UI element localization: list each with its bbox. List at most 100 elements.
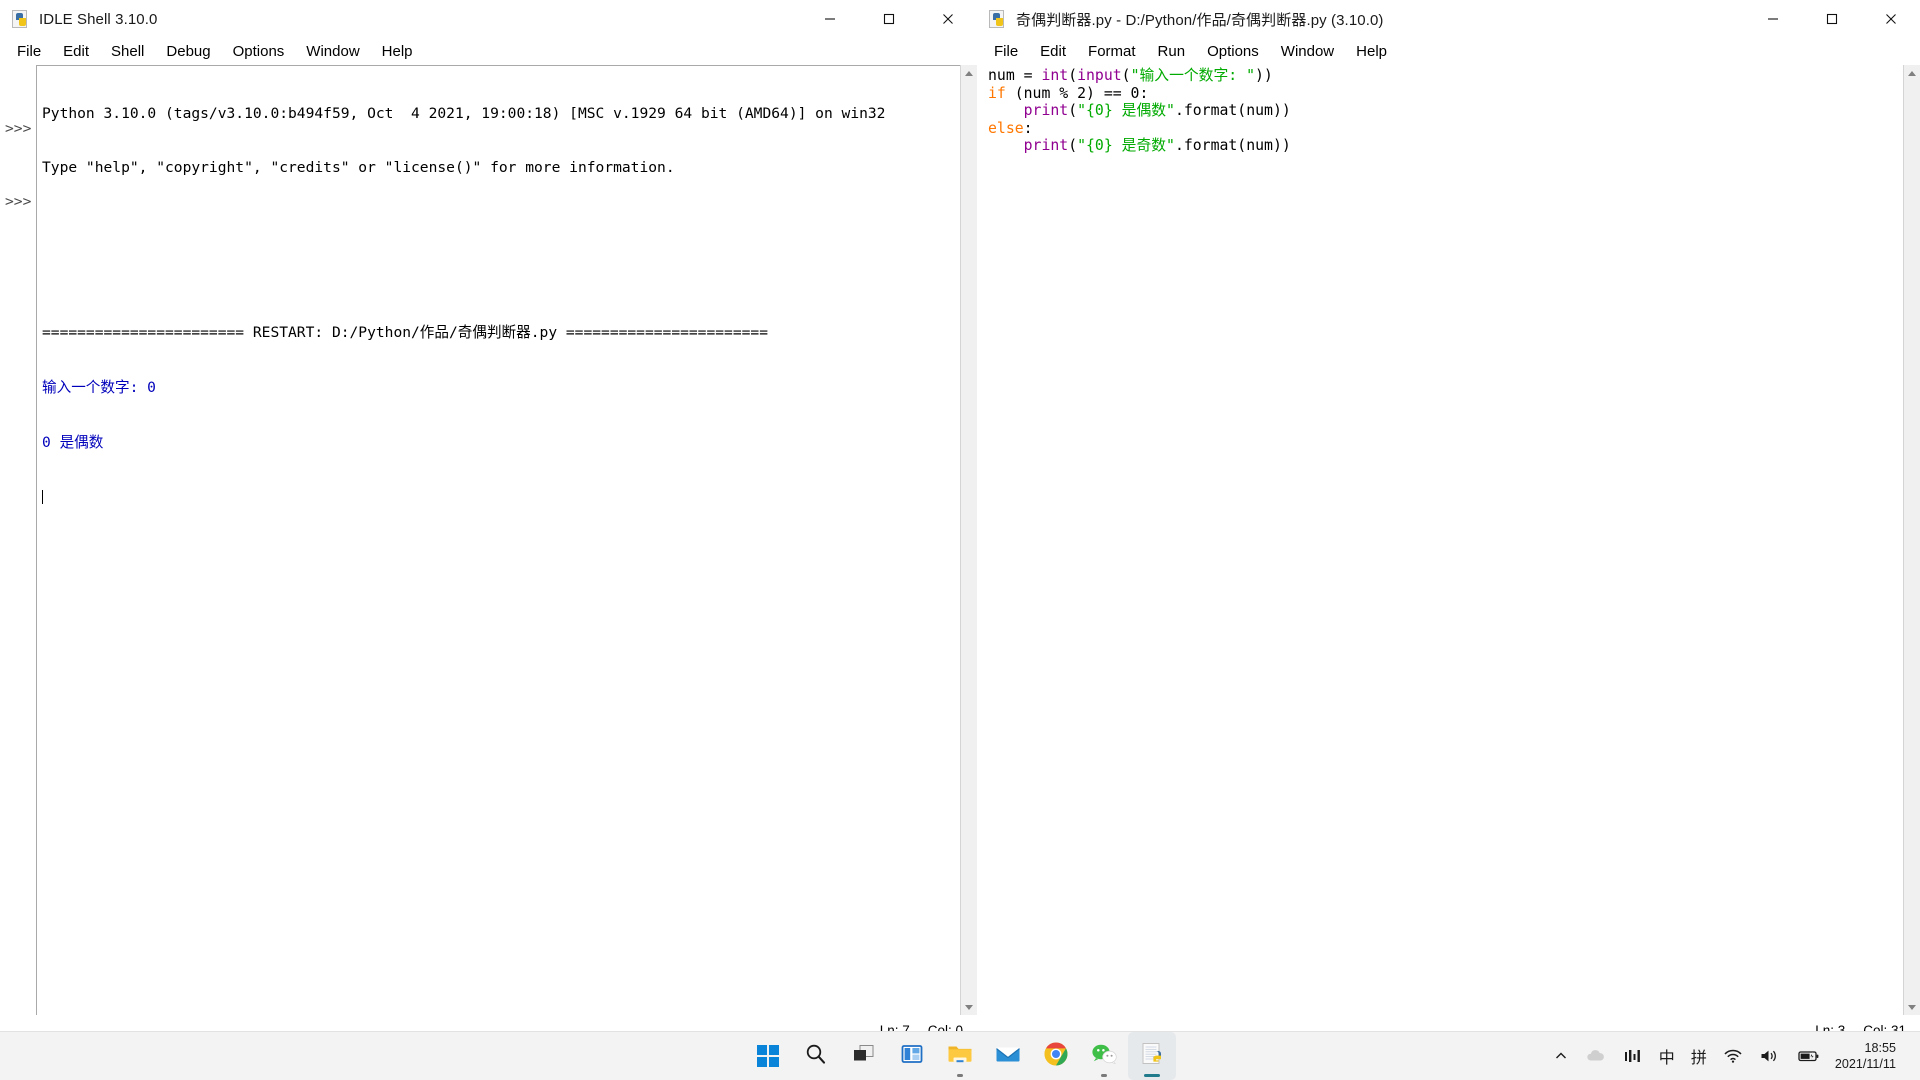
maximize-icon[interactable]	[1802, 0, 1861, 38]
task-view-button[interactable]	[840, 1032, 888, 1080]
editor-window-title: 奇偶判断器.py - D:/Python/作品/奇偶判断器.py (3.10.0…	[1016, 11, 1384, 29]
menu-run[interactable]: Run	[1147, 40, 1197, 63]
mail-icon	[994, 1042, 1022, 1071]
wechat-button[interactable]	[1080, 1032, 1128, 1080]
editor-code-line-3: print("{0} 是偶数".format(num))	[988, 102, 1904, 120]
editor-code-line-4: else:	[988, 120, 1904, 138]
editor-code-text: num = int(input("输入一个数字: ")) if (num % 2)…	[988, 67, 1904, 155]
editor-body: num = int(input("输入一个数字: ")) if (num % 2)…	[977, 65, 1920, 1015]
editor-vertical-scrollbar[interactable]	[1903, 65, 1920, 1015]
mail-button[interactable]	[984, 1032, 1032, 1080]
python-file-icon	[1139, 1041, 1165, 1072]
shell-vertical-scrollbar[interactable]	[960, 65, 977, 1015]
menu-file[interactable]: File	[983, 40, 1029, 63]
editor-code-line-5: print("{0} 是奇数".format(num))	[988, 137, 1904, 155]
editor-code-line-2: if (num % 2) == 0:	[988, 85, 1904, 103]
shell-menubar[interactable]: File Edit Shell Debug Options Window Hel…	[0, 38, 977, 65]
maximize-icon[interactable]	[859, 0, 918, 38]
code-token: "{0} 是偶数"	[1077, 102, 1175, 120]
editor-code-area[interactable]: num = int(input("输入一个数字: ")) if (num % 2)…	[982, 65, 1904, 1015]
code-token: (	[1068, 102, 1078, 120]
shell-window-controls[interactable]	[800, 0, 977, 38]
shell-content-frame: >>> >>> Python 3.10.0 (tags/v3.10.0:b494…	[0, 65, 977, 1041]
menu-edit[interactable]: Edit	[52, 40, 100, 63]
shell-line-3	[42, 214, 961, 232]
code-token: else	[988, 119, 1024, 137]
pinyin-icon[interactable]: 拼	[1683, 1037, 1715, 1075]
shell-titlebar[interactable]: IDLE Shell 3.10.0	[0, 0, 977, 38]
menu-format[interactable]: Format	[1077, 40, 1147, 63]
menu-window[interactable]: Window	[295, 40, 370, 63]
menu-options[interactable]: Options	[222, 40, 296, 63]
shell-output-area[interactable]: Python 3.10.0 (tags/v3.10.0:b494f59, Oct…	[36, 65, 961, 1015]
task-view-icon	[851, 1042, 877, 1071]
code-token: input	[1077, 67, 1122, 84]
active-indicator	[1144, 1074, 1160, 1077]
python-file-icon	[989, 10, 1007, 28]
shell-line-1: Python 3.10.0 (tags/v3.10.0:b494f59, Oct…	[42, 104, 886, 122]
shell-caret-line	[42, 489, 961, 507]
close-icon[interactable]	[918, 0, 977, 38]
shell-output-text: Python 3.10.0 (tags/v3.10.0:b494f59, Oct…	[42, 68, 961, 1015]
windows-taskbar[interactable]: 中 拼 18:55 2021/11/11	[0, 1031, 1920, 1080]
start-button[interactable]	[744, 1032, 792, 1080]
code-token: (num % 2) == 0:	[1005, 84, 1149, 102]
editor-content-frame: num = int(input("输入一个数字: ")) if (num % 2)…	[977, 65, 1920, 1041]
menu-help[interactable]: Help	[371, 40, 424, 63]
editor-code-line-1: num = int(input("输入一个数字: "))	[988, 67, 1904, 85]
file-explorer-button[interactable]	[936, 1032, 984, 1080]
code-token: (	[1068, 137, 1078, 155]
idle-editor-window[interactable]: 奇偶判断器.py - D:/Python/作品/奇偶判断器.py (3.10.0…	[977, 0, 1920, 1041]
menu-shell[interactable]: Shell	[100, 40, 155, 63]
editor-menubar[interactable]: File Edit Format Run Options Window Help	[977, 38, 1920, 65]
taskbar-app-group[interactable]	[744, 1032, 1176, 1080]
python-file-icon	[12, 10, 30, 28]
scroll-up-arrow-icon[interactable]	[961, 65, 977, 81]
chinese-mode-icon[interactable]: 中	[1651, 1037, 1683, 1075]
code-token: num =	[988, 67, 1042, 84]
menu-window[interactable]: Window	[1270, 40, 1345, 63]
chrome-button[interactable]	[1032, 1032, 1080, 1080]
widgets-icon	[899, 1042, 925, 1071]
scroll-down-arrow-icon[interactable]	[1904, 999, 1920, 1015]
minimize-icon[interactable]	[800, 0, 859, 38]
chevron-up-icon[interactable]	[1545, 1037, 1577, 1075]
speaker-icon[interactable]	[1751, 1037, 1789, 1075]
code-token: ))	[1255, 67, 1273, 84]
code-token: print	[1023, 102, 1069, 120]
code-token: int	[1041, 67, 1069, 84]
signal-bars-icon[interactable]	[1615, 1037, 1651, 1075]
battery-charging-icon[interactable]	[1789, 1037, 1829, 1075]
idle-shell-window[interactable]: IDLE Shell 3.10.0 File Edit Shell Debug …	[0, 0, 977, 1041]
clock[interactable]: 18:55 2021/11/11	[1829, 1040, 1906, 1072]
menu-help[interactable]: Help	[1345, 40, 1398, 63]
widgets-button[interactable]	[888, 1032, 936, 1080]
menu-debug[interactable]: Debug	[155, 40, 221, 63]
clock-date: 2021/11/11	[1834, 1057, 1896, 1071]
code-token: if	[988, 84, 1006, 102]
shell-line-4	[42, 269, 961, 287]
menu-edit[interactable]: Edit	[1029, 40, 1077, 63]
wifi-icon[interactable]	[1715, 1037, 1751, 1075]
close-icon[interactable]	[1861, 0, 1920, 38]
code-token: .format(num))	[1174, 102, 1291, 120]
editor-titlebar[interactable]: 奇偶判断器.py - D:/Python/作品/奇偶判断器.py (3.10.0…	[977, 0, 1920, 38]
shell-prompt-1: >>>	[5, 119, 32, 137]
scroll-up-arrow-icon[interactable]	[1904, 65, 1920, 81]
menu-options[interactable]: Options	[1196, 40, 1270, 63]
shell-line-result: 0 是偶数	[42, 433, 104, 451]
code-token: "{0} 是奇数"	[1077, 137, 1175, 155]
code-token: (	[1068, 67, 1078, 84]
editor-window-controls[interactable]	[1743, 0, 1920, 38]
minimize-icon[interactable]	[1743, 0, 1802, 38]
scroll-down-arrow-icon[interactable]	[961, 999, 977, 1015]
menu-file[interactable]: File	[6, 40, 52, 63]
idle-button[interactable]	[1128, 1032, 1176, 1080]
search-button[interactable]	[792, 1032, 840, 1080]
shell-line-restart: ======================= RESTART: D:/Pyth…	[42, 324, 768, 342]
system-tray[interactable]: 中 拼 18:55 2021/11/11	[1545, 1032, 1920, 1080]
shell-prompt-gutter: >>> >>>	[0, 65, 36, 1015]
cloud-icon[interactable]	[1577, 1037, 1615, 1075]
